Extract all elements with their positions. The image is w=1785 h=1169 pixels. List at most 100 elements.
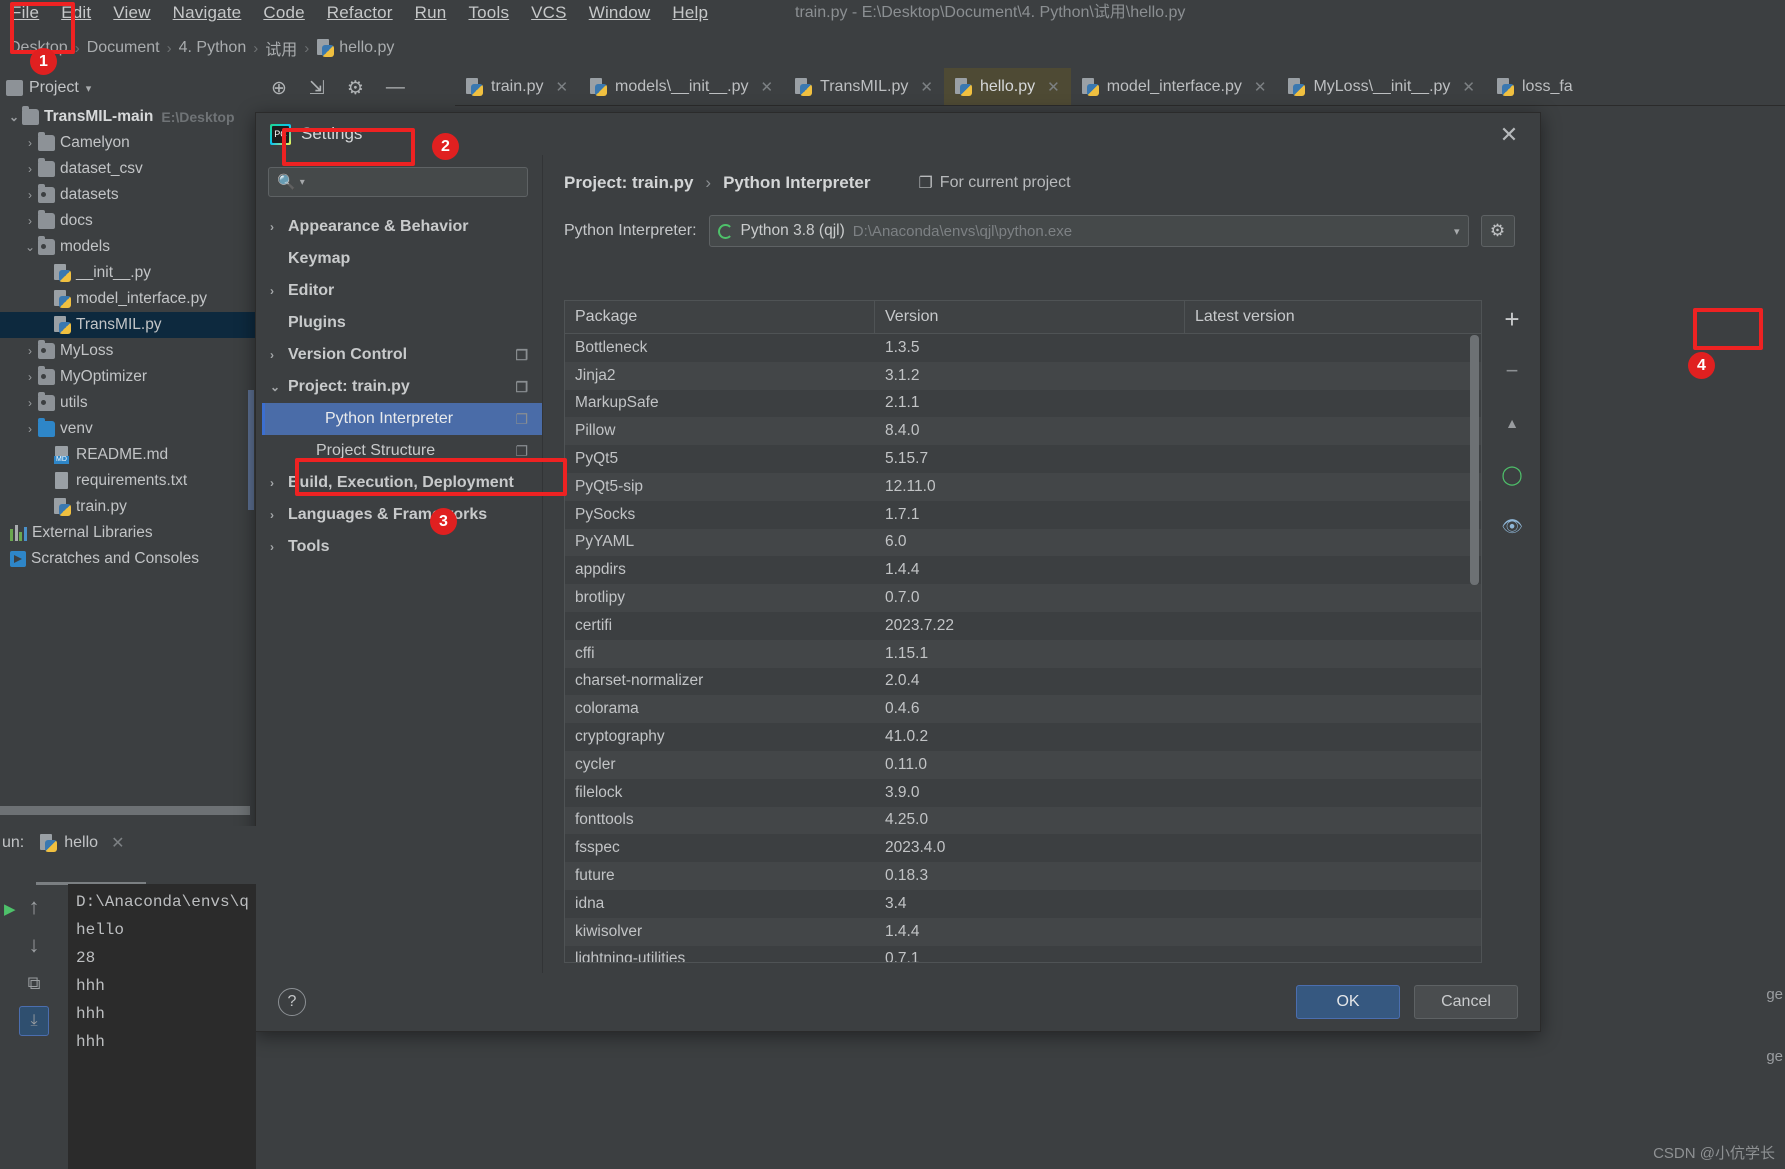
menu-item-refactor[interactable]: Refactor bbox=[316, 0, 404, 26]
nav-item-languages-frameworks[interactable]: › Languages & Frameworks bbox=[256, 499, 542, 531]
menu-item-navigate[interactable]: Navigate bbox=[162, 0, 253, 26]
chevron-down-icon[interactable]: ▾ bbox=[1454, 225, 1460, 238]
refresh-button[interactable]: ◯ bbox=[1499, 462, 1525, 488]
chevron-right-icon[interactable]: › bbox=[22, 344, 38, 358]
breadcrumb-item-python[interactable]: 4. Python bbox=[174, 39, 252, 57]
run-console-output[interactable]: D:\Anaconda\envs\q hello 28 hhh hhh hhh bbox=[68, 884, 256, 1169]
tree-node-datasets[interactable]: › datasets bbox=[0, 182, 255, 208]
column-header-latest-version[interactable]: Latest version bbox=[1185, 301, 1481, 333]
chevron-right-icon[interactable]: › bbox=[22, 136, 38, 150]
gear-icon[interactable]: ⚙ bbox=[347, 77, 364, 100]
project-tree-scrollbar[interactable] bbox=[248, 390, 254, 510]
cancel-button[interactable]: Cancel bbox=[1414, 985, 1518, 1019]
settings-search-input[interactable] bbox=[308, 173, 519, 191]
table-row[interactable]: future 0.18.3 bbox=[565, 862, 1481, 890]
tree-node-train-py[interactable]: train.py bbox=[0, 494, 255, 520]
tree-node-venv[interactable]: › venv bbox=[0, 416, 255, 442]
packages-table[interactable]: Package Version Latest version Bottlenec… bbox=[564, 300, 1482, 963]
scroll-end-icon[interactable]: ⤓ bbox=[19, 1006, 49, 1036]
chevron-right-icon[interactable]: › bbox=[22, 214, 38, 228]
chevron-right-icon[interactable]: › bbox=[270, 220, 288, 234]
chevron-down-icon[interactable]: ▾ bbox=[300, 177, 305, 188]
table-row[interactable]: PyQt5-sip 12.11.0 bbox=[565, 472, 1481, 501]
table-row[interactable]: MarkupSafe 2.1.1 bbox=[565, 390, 1481, 418]
close-icon[interactable]: ✕ bbox=[920, 78, 933, 96]
chevron-down-icon[interactable]: ⌄ bbox=[270, 380, 288, 394]
table-row[interactable]: Pillow 8.4.0 bbox=[565, 417, 1481, 446]
tree-node-external-libraries[interactable]: External Libraries bbox=[0, 520, 255, 546]
chevron-right-icon[interactable]: › bbox=[22, 422, 38, 436]
minimize-icon[interactable]: — bbox=[386, 77, 405, 99]
tree-node-init-py[interactable]: __init__.py bbox=[0, 260, 255, 286]
nav-item-editor[interactable]: › Editor bbox=[256, 275, 542, 307]
tree-node-dataset-csv[interactable]: › dataset_csv bbox=[0, 156, 255, 182]
nav-item-appearance-behavior[interactable]: › Appearance & Behavior bbox=[256, 211, 542, 243]
column-header-version[interactable]: Version bbox=[875, 301, 1185, 333]
table-row[interactable]: fsspec 2023.4.0 bbox=[565, 834, 1481, 862]
menu-item-help[interactable]: Help bbox=[661, 0, 719, 26]
menu-item-vcs[interactable]: VCS bbox=[520, 0, 578, 26]
menu-item-tools[interactable]: Tools bbox=[457, 0, 520, 26]
column-header-package[interactable]: Package bbox=[565, 301, 875, 333]
table-row[interactable]: colorama 0.4.6 bbox=[565, 695, 1481, 724]
table-row[interactable]: cffi 1.15.1 bbox=[565, 639, 1481, 668]
nav-item-version-control[interactable]: › Version Control ❐ bbox=[256, 339, 542, 371]
tree-node-camelyon[interactable]: › Camelyon bbox=[0, 130, 255, 156]
settings-search-box[interactable]: 🔍 ▾ bbox=[268, 167, 528, 197]
table-row[interactable]: certifi 2023.7.22 bbox=[565, 612, 1481, 640]
editor-tab-model-interface-py[interactable]: model_interface.py ✕ bbox=[1070, 68, 1278, 105]
editor-tab-loss-fa[interactable]: loss_fa bbox=[1486, 68, 1584, 105]
nav-item-build-execution-deployment[interactable]: › Build, Execution, Deployment bbox=[256, 467, 542, 499]
table-row[interactable]: filelock 3.9.0 bbox=[565, 779, 1481, 807]
table-row[interactable]: PyYAML 6.0 bbox=[565, 528, 1481, 557]
show-early-releases-button[interactable]: 👁 bbox=[1499, 514, 1525, 540]
tree-node-myloss[interactable]: › MyLoss bbox=[0, 338, 255, 364]
collapse-all-icon[interactable]: ⇲ bbox=[309, 77, 325, 100]
table-row[interactable]: lightning-utilities 0.7.1 bbox=[565, 946, 1481, 962]
table-row[interactable]: appdirs 1.4.4 bbox=[565, 556, 1481, 584]
chevron-right-icon[interactable]: › bbox=[270, 508, 288, 522]
remove-package-button[interactable]: − bbox=[1499, 358, 1525, 384]
upgrade-package-button[interactable]: ▲ bbox=[1499, 410, 1525, 436]
breadcrumb-item-hello[interactable]: hello.py bbox=[334, 39, 399, 57]
arrow-up-icon[interactable]: ↑ bbox=[19, 892, 49, 922]
run-icon[interactable]: ▶ bbox=[4, 900, 16, 918]
chevron-down-icon[interactable]: ⌄ bbox=[22, 240, 38, 254]
arrow-down-icon[interactable]: ↓ bbox=[19, 930, 49, 960]
menu-item-run[interactable]: Run bbox=[404, 0, 458, 26]
ok-button[interactable]: OK bbox=[1296, 985, 1400, 1019]
close-icon[interactable]: ✕ bbox=[111, 833, 124, 853]
chevron-right-icon[interactable]: › bbox=[270, 540, 288, 554]
breadcrumb-item-document[interactable]: Document bbox=[82, 39, 165, 57]
table-row[interactable]: idna 3.4 bbox=[565, 890, 1481, 918]
chevron-right-icon[interactable]: › bbox=[270, 476, 288, 490]
editor-tab-models-init-py[interactable]: models\__init__.py ✕ bbox=[579, 68, 785, 105]
chevron-right-icon[interactable]: › bbox=[22, 370, 38, 384]
packages-table-scrollbar[interactable] bbox=[1470, 335, 1479, 585]
table-row[interactable]: fonttools 4.25.0 bbox=[565, 806, 1481, 835]
close-icon[interactable]: ✕ bbox=[555, 78, 568, 96]
chevron-right-icon[interactable]: › bbox=[270, 284, 288, 298]
table-row[interactable]: kiwisolver 1.4.4 bbox=[565, 917, 1481, 946]
chevron-right-icon[interactable]: › bbox=[22, 396, 38, 410]
menu-item-window[interactable]: Window bbox=[578, 0, 662, 26]
close-icon[interactable]: ✕ bbox=[1462, 78, 1475, 96]
menu-item-file[interactable]: File bbox=[0, 0, 50, 26]
chevron-right-icon[interactable]: › bbox=[22, 162, 38, 176]
close-icon[interactable]: ✕ bbox=[760, 78, 773, 96]
close-icon[interactable]: ✕ bbox=[1254, 78, 1267, 96]
table-row[interactable]: Bottleneck 1.3.5 bbox=[565, 334, 1481, 362]
table-row[interactable]: cryptography 41.0.2 bbox=[565, 723, 1481, 751]
copy-icon[interactable]: ❐ bbox=[515, 347, 528, 364]
project-tree[interactable]: ⌄ TransMIL-main E:\Desktop › Camelyon › … bbox=[0, 104, 255, 804]
tree-node-models[interactable]: ⌄ models bbox=[0, 234, 255, 260]
interpreter-settings-button[interactable]: ⚙ bbox=[1480, 215, 1515, 247]
nav-item-project-structure[interactable]: Project Structure ❐ bbox=[256, 435, 542, 467]
editor-tab-myloss-init-py[interactable]: MyLoss\__init__.py ✕ bbox=[1277, 68, 1486, 105]
interpreter-select[interactable]: Python 3.8 (qjl) D:\Anaconda\envs\qjl\py… bbox=[708, 215, 1469, 247]
editor-tab-transmil-py[interactable]: TransMIL.py ✕ bbox=[784, 68, 944, 105]
table-row[interactable]: brotlipy 0.7.0 bbox=[565, 584, 1481, 612]
tree-node-transmil-main[interactable]: ⌄ TransMIL-main E:\Desktop bbox=[0, 104, 255, 130]
table-row[interactable]: cycler 0.11.0 bbox=[565, 750, 1481, 779]
chevron-down-icon[interactable]: ⌄ bbox=[6, 110, 22, 124]
